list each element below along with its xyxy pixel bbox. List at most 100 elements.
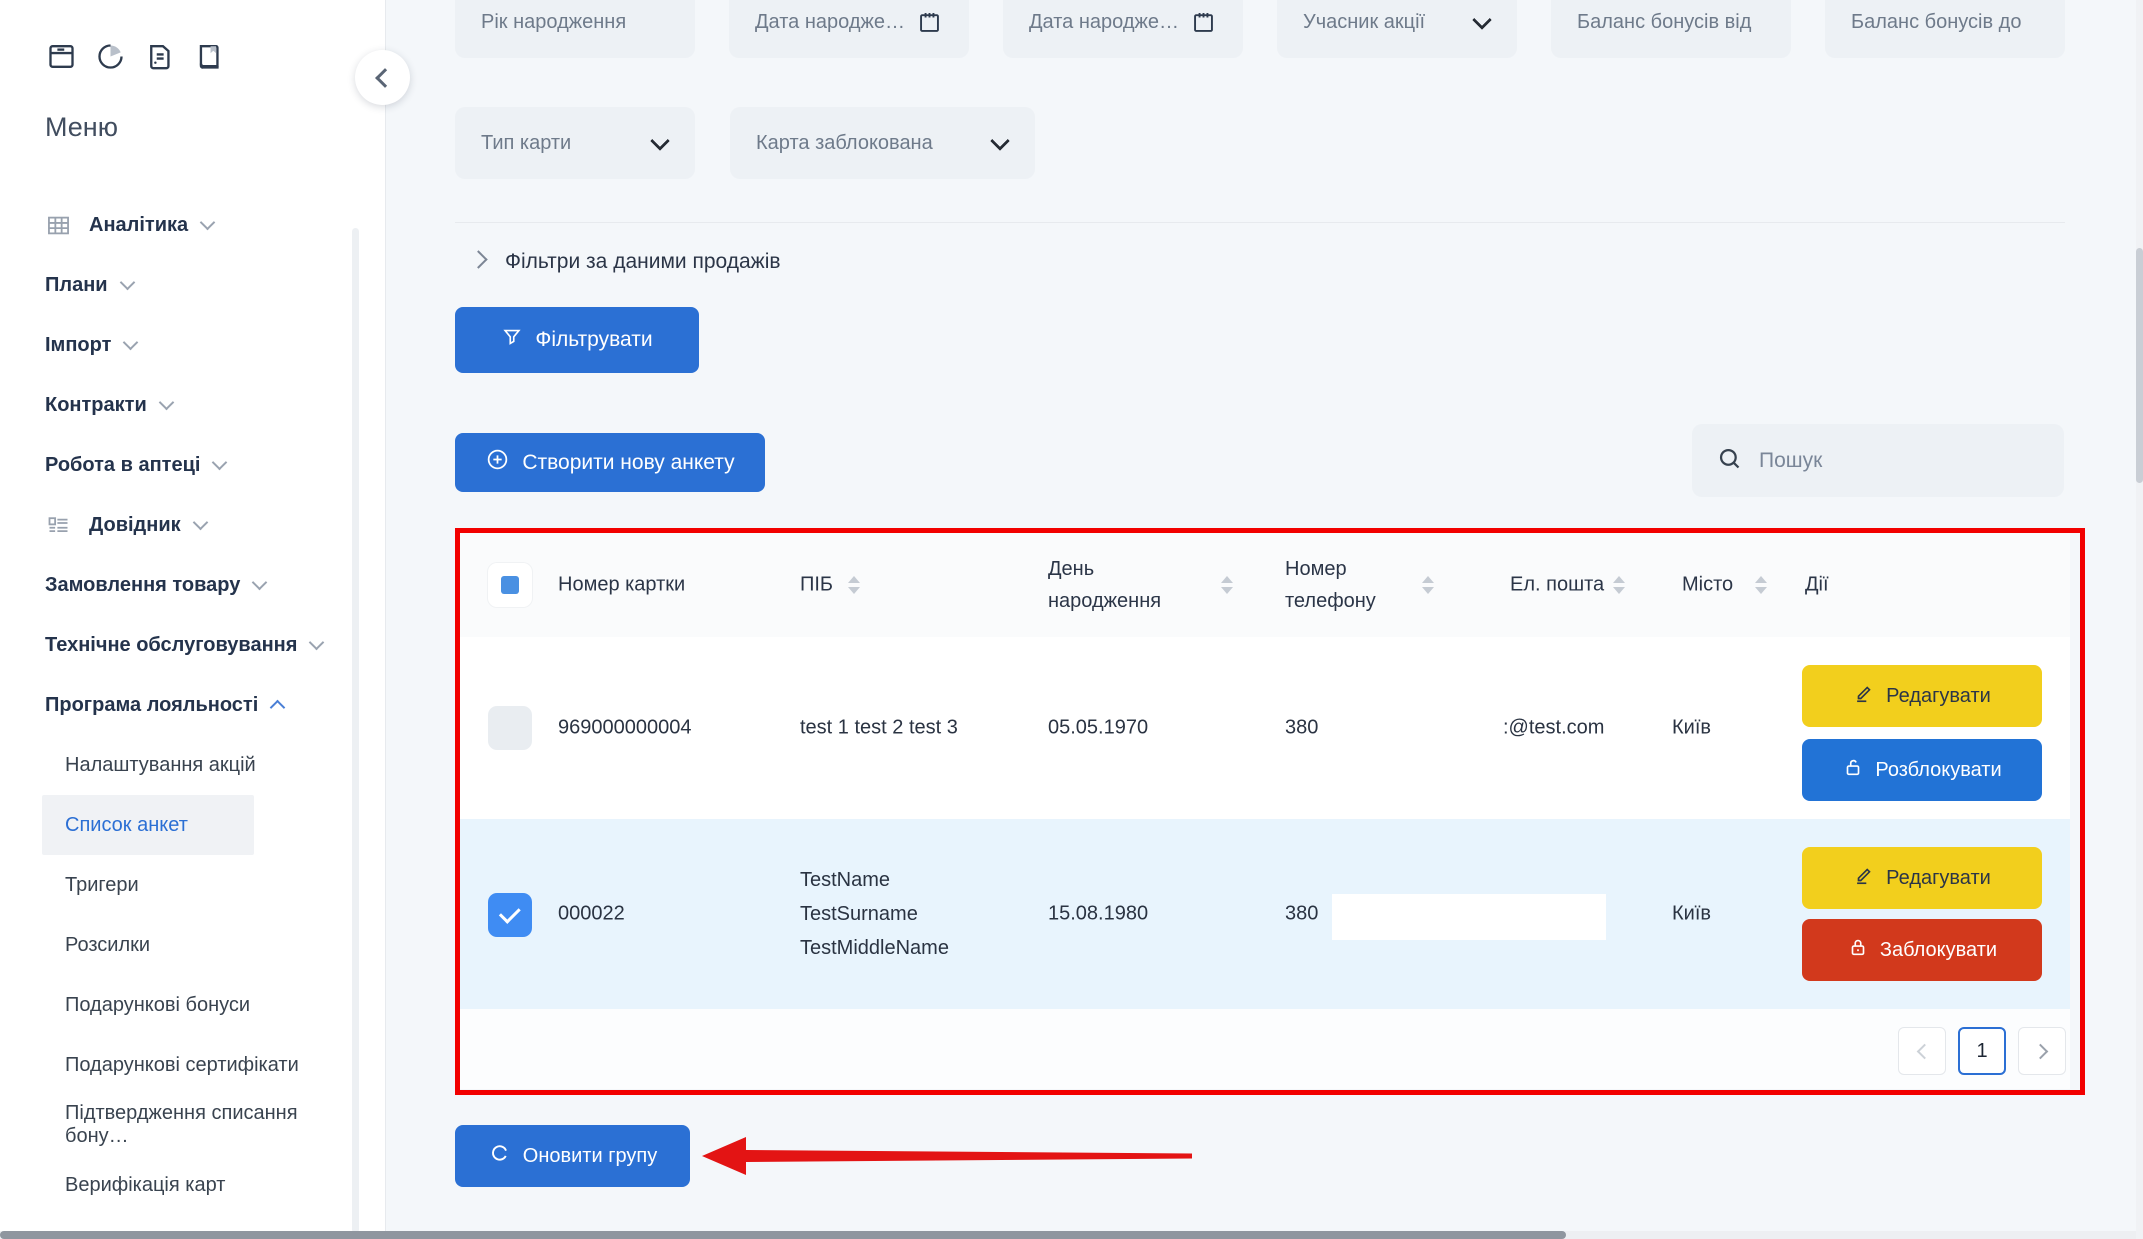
chevron-down-icon bbox=[200, 215, 216, 231]
sort-phone[interactable] bbox=[1422, 576, 1434, 594]
birth-year-input[interactable]: Рік народження bbox=[455, 0, 695, 58]
sidebar-item-import[interactable]: Імпорт bbox=[45, 315, 351, 375]
chevron-down-icon bbox=[212, 455, 228, 471]
sidebar-subitem-forms-list[interactable]: Список анкет bbox=[45, 795, 351, 855]
horizontal-scrollbar-thumb[interactable] bbox=[0, 1231, 1566, 1239]
select-all-checkbox[interactable] bbox=[488, 563, 532, 607]
sidebar-item-label: Аналітика bbox=[89, 214, 188, 237]
file-text-icon[interactable] bbox=[143, 40, 176, 78]
vertical-scrollbar[interactable] bbox=[2136, 0, 2143, 1239]
filters-row-1: Рік народження Дата народже… Дата народж… bbox=[455, 0, 2065, 58]
chevron-left-icon bbox=[1916, 1043, 1932, 1059]
book-icon[interactable] bbox=[192, 40, 225, 78]
pagination-next-button[interactable] bbox=[2018, 1027, 2066, 1075]
edit-button[interactable]: Редагувати bbox=[1802, 847, 2042, 909]
sidebar-item-analytics[interactable]: Аналітика bbox=[45, 195, 351, 255]
unlock-icon bbox=[1842, 756, 1864, 784]
sort-birthday[interactable] bbox=[1221, 576, 1233, 594]
cell-city: Київ bbox=[1672, 717, 1711, 740]
page: Меню Аналітика Плани Імпорт Контракти Ро… bbox=[0, 0, 2143, 1239]
chevron-down-icon bbox=[653, 134, 669, 152]
sidebar-subitem-promo-setup[interactable]: Налаштування акцій bbox=[45, 735, 351, 795]
card-blocked-select[interactable]: Карта заблокована bbox=[730, 107, 1035, 179]
archive-icon[interactable] bbox=[45, 40, 78, 78]
sidebar-subitem-triggers[interactable]: Тригери bbox=[45, 855, 351, 915]
cell-phone: 380 bbox=[1285, 717, 1318, 740]
pagination-page-1[interactable]: 1 bbox=[1958, 1027, 2006, 1075]
edit-button[interactable]: Редагувати bbox=[1802, 665, 2042, 727]
sidebar-nav: Аналітика Плани Імпорт Контракти Робота … bbox=[45, 195, 351, 1215]
sales-filters-toggle[interactable]: Фільтри за даними продажів bbox=[458, 240, 781, 284]
sidebar-subitem-label: Розсилки bbox=[65, 934, 150, 957]
sort-name[interactable] bbox=[848, 576, 860, 594]
chevron-down-icon bbox=[252, 575, 268, 591]
sort-email[interactable] bbox=[1613, 576, 1625, 594]
sidebar-subitem-gift-certificates[interactable]: Подарункові сертифікати bbox=[45, 1035, 351, 1095]
update-group-button[interactable]: Оновити групу bbox=[455, 1125, 690, 1187]
sidebar-item-label: Програма лояльності bbox=[45, 694, 258, 717]
balance-to-placeholder: Баланс бонусів до bbox=[1851, 11, 2021, 34]
sidebar-subitem-label: Підтвердження списання бону… bbox=[65, 1102, 351, 1148]
sidebar-subitem-card-verification[interactable]: Верифікація карт bbox=[45, 1155, 351, 1215]
sidebar: Меню Аналітика Плани Імпорт Контракти Ро… bbox=[0, 0, 386, 1239]
horizontal-scrollbar[interactable] bbox=[0, 1231, 2143, 1239]
sidebar-item-label: Робота в аптеці bbox=[45, 454, 200, 477]
unblock-button[interactable]: Розблокувати bbox=[1802, 739, 2042, 801]
balance-from-input[interactable]: Баланс бонусів від bbox=[1551, 0, 1791, 58]
sidebar-subitem-label: Тригери bbox=[65, 874, 139, 897]
search-box[interactable] bbox=[1692, 424, 2064, 497]
table-footer: 1 bbox=[460, 1009, 2070, 1089]
pagination-prev-button[interactable] bbox=[1898, 1027, 1946, 1075]
row-checkbox-unchecked[interactable] bbox=[488, 706, 532, 750]
edit-label: Редагувати bbox=[1886, 685, 1991, 708]
sidebar-subitem-gift-bonuses[interactable]: Подарункові бонуси bbox=[45, 975, 351, 1035]
create-form-button[interactable]: Створити нову анкету bbox=[455, 433, 765, 492]
sidebar-item-label: Технічне обслуговування bbox=[45, 634, 297, 657]
sidebar-subitem-bonus-writeoff[interactable]: Підтвердження списання бону… bbox=[45, 1095, 351, 1155]
sidebar-item-label: Контракти bbox=[45, 394, 147, 417]
birth-date-from-input[interactable]: Дата народже… bbox=[729, 0, 969, 58]
col-birthday: Деньнародження bbox=[1048, 553, 1161, 617]
list-icon bbox=[45, 512, 72, 539]
vertical-scrollbar-thumb[interactable] bbox=[2136, 248, 2143, 483]
sidebar-item-pharmacy[interactable]: Робота в аптеці bbox=[45, 435, 351, 495]
chevron-down-icon bbox=[158, 395, 174, 411]
col-city: Місто bbox=[1682, 574, 1733, 597]
sidebar-item-ordering[interactable]: Замовлення товару bbox=[45, 555, 351, 615]
block-button[interactable]: Заблокувати bbox=[1802, 919, 2042, 981]
grid-icon bbox=[45, 212, 72, 239]
chevron-down-icon bbox=[192, 515, 208, 531]
card-type-select[interactable]: Тип карти bbox=[455, 107, 695, 179]
indeterminate-mark bbox=[501, 576, 519, 594]
check-mark bbox=[498, 902, 520, 924]
sidebar-item-directory[interactable]: Довідник bbox=[45, 495, 351, 555]
sidebar-scrollbar[interactable] bbox=[352, 228, 359, 1233]
sidebar-item-label: Імпорт bbox=[45, 334, 111, 357]
filter-button[interactable]: Фільтрувати bbox=[455, 307, 699, 373]
row-checkbox-checked[interactable] bbox=[488, 893, 532, 937]
promo-participant-select[interactable]: Учасник акції bbox=[1277, 0, 1517, 58]
sidebar-collapse-button[interactable] bbox=[355, 50, 410, 105]
search-input[interactable] bbox=[1757, 448, 2040, 474]
calendar-icon bbox=[916, 9, 943, 36]
sidebar-item-loyalty[interactable]: Програма лояльності bbox=[45, 675, 351, 735]
annotation-arrow bbox=[700, 1134, 1194, 1178]
pencil-icon bbox=[1853, 682, 1875, 710]
birth-date-to-input[interactable]: Дата народже… bbox=[1003, 0, 1243, 58]
sidebar-item-contracts[interactable]: Контракти bbox=[45, 375, 351, 435]
chevron-right-icon bbox=[469, 250, 487, 268]
refresh-icon bbox=[488, 1142, 511, 1171]
sort-city[interactable] bbox=[1755, 576, 1767, 594]
balance-to-input[interactable]: Баланс бонусів до bbox=[1825, 0, 2065, 58]
filters-row-2: Тип карти Карта заблокована bbox=[455, 107, 1035, 179]
chevron-right-icon bbox=[2032, 1043, 2048, 1059]
cell-phone: 380 bbox=[1285, 903, 1318, 926]
cell-birthday: 05.05.1970 bbox=[1048, 717, 1148, 740]
chevron-down-icon bbox=[123, 335, 139, 351]
sidebar-item-label: Довідник bbox=[89, 514, 181, 537]
pie-chart-icon[interactable] bbox=[94, 40, 127, 78]
sidebar-item-plans[interactable]: Плани bbox=[45, 255, 351, 315]
sidebar-subitem-mailings[interactable]: Розсилки bbox=[45, 915, 351, 975]
sidebar-item-maintenance[interactable]: Технічне обслуговування bbox=[45, 615, 351, 675]
chevron-down-icon bbox=[119, 275, 135, 291]
